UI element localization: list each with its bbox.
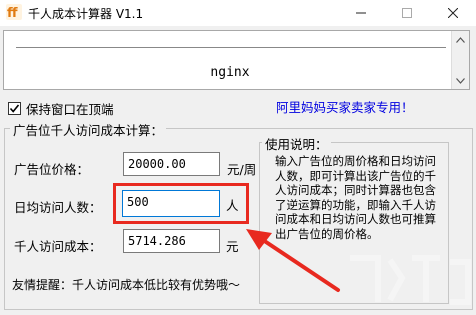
window-title: 千人成本计算器 V1.1 bbox=[28, 7, 144, 21]
ad-price-label: 广告位价格： bbox=[14, 162, 90, 177]
minimize-button[interactable] bbox=[338, 0, 384, 26]
usage-description: 输入广告位的周价格和日均访问人数，即可计算出该广告位的千人访问成本；同时计算器也… bbox=[275, 154, 436, 241]
calculator-group-title: 广告位千人访问成本计算： bbox=[10, 120, 167, 139]
usage-group-title: 使用说明： bbox=[262, 134, 331, 153]
cpm-cost-unit: 元 bbox=[226, 239, 239, 254]
app-logo-icon: ff bbox=[6, 4, 22, 21]
cpm-cost-input[interactable]: 5714.286 bbox=[123, 229, 220, 253]
friendly-tip: 友情提醒：千人访问成本低比较有优势哦～ bbox=[12, 278, 241, 292]
ad-price-unit: 元/周 bbox=[227, 162, 257, 177]
keep-on-top-label: 保持窗口在顶端 bbox=[26, 102, 114, 117]
alimama-link[interactable]: 阿里妈妈买家卖家专用！ bbox=[276, 97, 414, 116]
keep-on-top-checkbox[interactable]: 保持窗口在顶端 bbox=[8, 99, 114, 118]
display-divider bbox=[16, 47, 446, 48]
maximize-button[interactable] bbox=[384, 0, 430, 26]
annotation-highlight-box bbox=[113, 183, 249, 224]
checkbox-box[interactable] bbox=[8, 102, 21, 115]
vertical-scrollbar[interactable] bbox=[451, 31, 469, 89]
scroll-down-icon[interactable] bbox=[452, 72, 469, 89]
svg-text:ff: ff bbox=[7, 6, 18, 20]
display-text: nginx bbox=[210, 65, 250, 80]
cpm-cost-label: 千人访问成本： bbox=[14, 239, 102, 254]
ad-price-input[interactable]: 20000.00 bbox=[123, 152, 220, 176]
close-button[interactable] bbox=[430, 0, 476, 26]
output-display[interactable]: nginx bbox=[3, 30, 470, 90]
daily-visits-label: 日均访问人数： bbox=[14, 200, 102, 215]
scroll-up-icon[interactable] bbox=[452, 31, 469, 48]
watermark-logo-icon bbox=[350, 255, 471, 305]
